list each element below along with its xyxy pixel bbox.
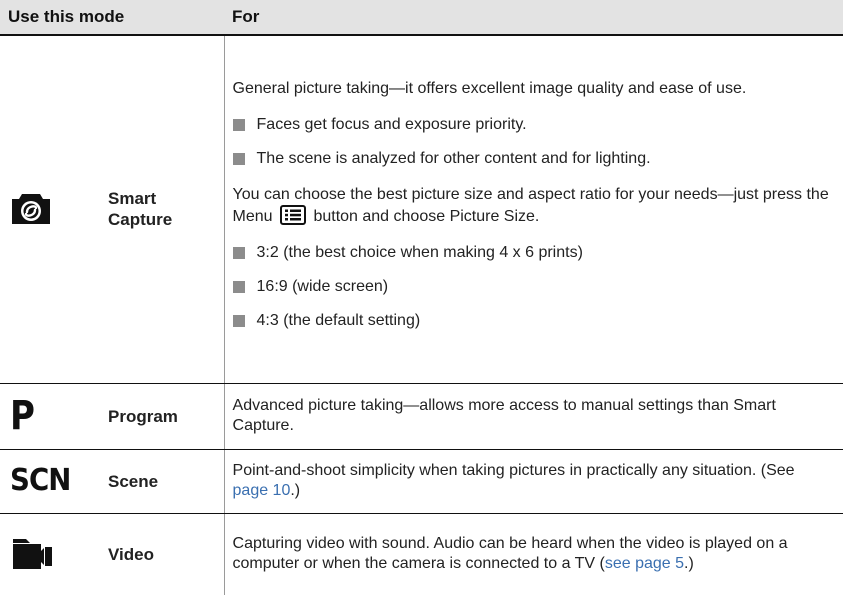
camera-icon — [12, 194, 50, 225]
program-description: Advanced picture taking—allows more acce… — [223, 383, 843, 450]
list-item: 3:2 (the best choice when making 4 x 6 p… — [232, 236, 832, 270]
smart-capture-name-line2: Capture — [108, 210, 173, 230]
bullet-square — [232, 152, 245, 165]
header-for: For — [224, 0, 843, 36]
list-item: 4:3 (the default setting) — [232, 304, 832, 338]
page-10-link[interactable]: page 10 — [233, 482, 291, 499]
bullet-square — [232, 314, 245, 327]
mode-name-video: Video — [108, 544, 154, 564]
video-camera-icon — [13, 539, 52, 570]
smart-capture-icon-cell — [0, 35, 104, 384]
bullet-square — [232, 280, 245, 293]
table-row-video: Video Capturing video with sound. Audio … — [0, 513, 843, 595]
smart-capture-description: General picture taking—it offers excelle… — [223, 35, 843, 384]
table-header-row: Use this mode For — [0, 0, 843, 36]
mode-name-scene: Scene — [104, 449, 225, 514]
mode-name-smart-capture: Smart Capture — [104, 35, 225, 384]
smart-capture-name-line1: Smart — [108, 189, 157, 209]
camera-modes-table: Use this mode For Smart Capture General … — [0, 0, 843, 595]
list-item: Faces get focus and exposure priority. — [232, 108, 832, 142]
program-mode-icon: P — [10, 393, 35, 439]
page-5-link[interactable]: see page 5 — [605, 555, 684, 572]
table-row-program: P Program Advanced picture taking—allows… — [0, 383, 843, 450]
video-icon-cell — [0, 513, 104, 595]
header-use-this-mode: Use this mode — [0, 0, 225, 36]
focus-bullet-list: Faces get focus and exposure priority. T… — [232, 108, 832, 176]
picture-size-bullet-list: 3:2 (the best choice when making 4 x 6 p… — [232, 236, 832, 338]
mode-name-program: Program — [104, 383, 225, 450]
list-item: The scene is analyzed for other content … — [232, 142, 832, 176]
menu-list-icon — [280, 204, 306, 225]
bullet-square — [232, 246, 245, 259]
program-icon-cell: P — [0, 383, 104, 450]
scene-icon-cell: SCN — [0, 449, 104, 514]
scene-mode-icon: SCN — [10, 463, 71, 498]
scene-description: Point-and-shoot simplicity when taking p… — [223, 449, 843, 514]
video-description: Capturing video with sound. Audio can be… — [223, 513, 843, 595]
list-item: 16:9 (wide screen) — [232, 270, 832, 304]
bullet-square — [232, 118, 245, 131]
table-row-scene: SCN Scene Point-and-shoot simplicity whe… — [0, 449, 843, 514]
table-row-smart-capture: Smart Capture General picture taking—it … — [0, 35, 843, 384]
picture-size-paragraph: You can choose the best picture size and… — [232, 185, 829, 225]
smart-capture-intro: General picture taking—it offers excelle… — [232, 79, 747, 97]
